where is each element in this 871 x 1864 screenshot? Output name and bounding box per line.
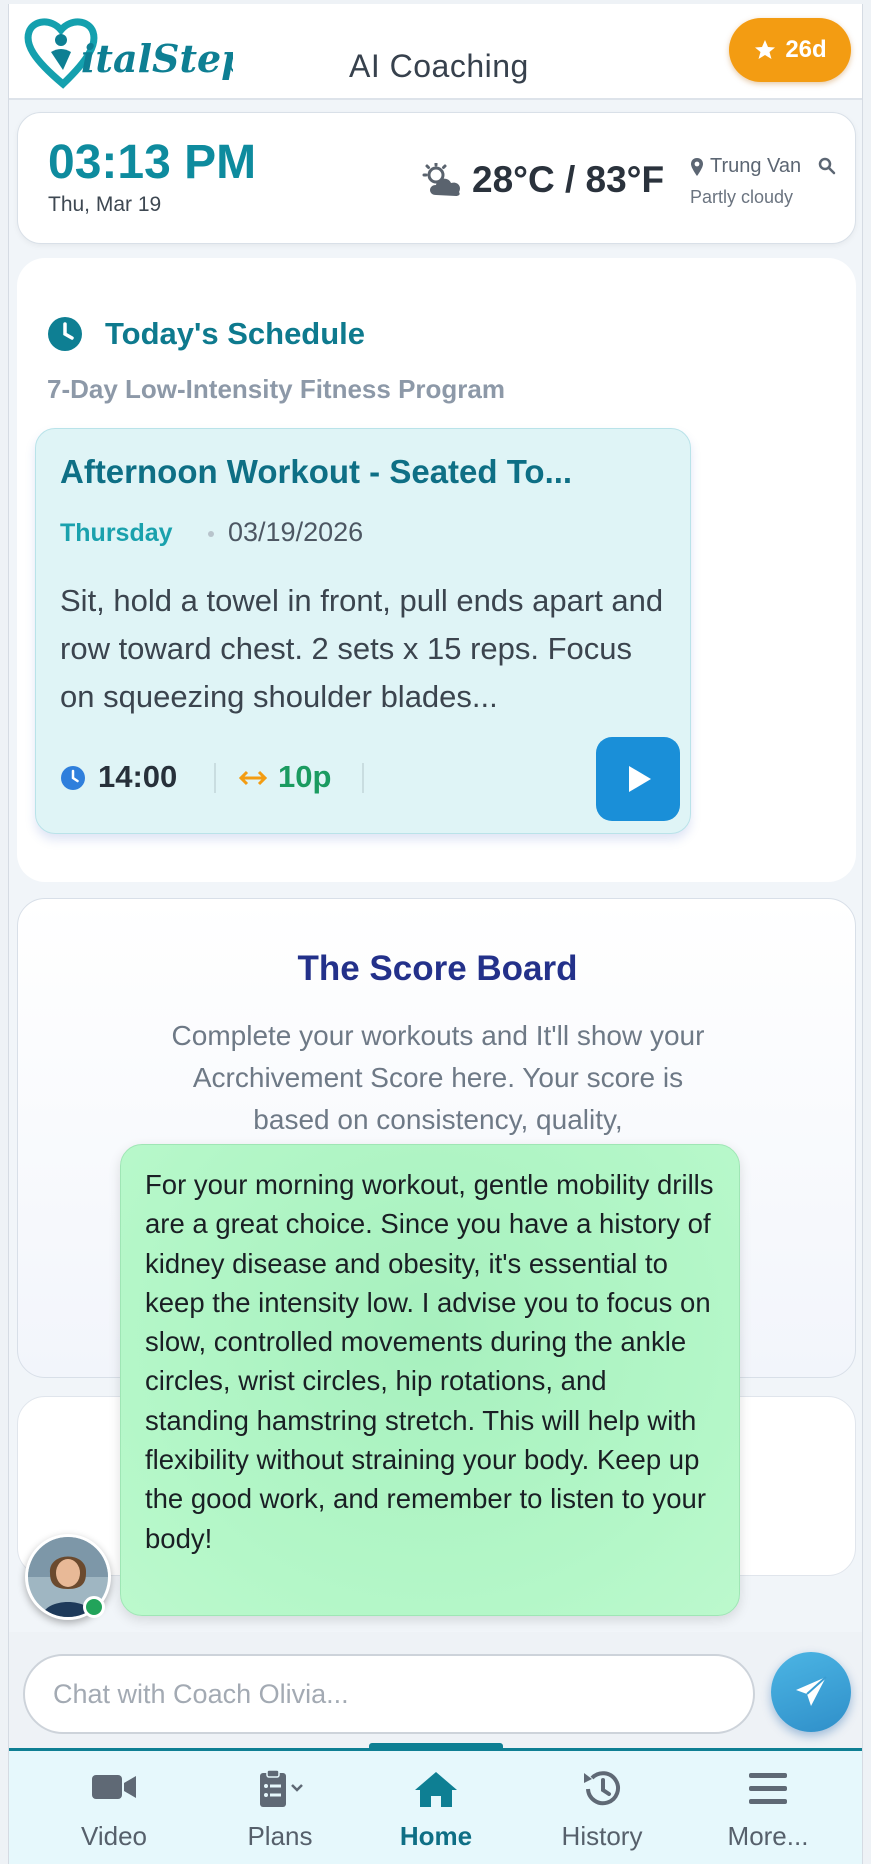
star-icon — [755, 40, 776, 59]
score-board-title: The Score Board — [297, 949, 578, 988]
app-frame: italStep AI Coaching 26d 03:13 PM Thu, M… — [8, 4, 863, 1864]
send-button[interactable] — [771, 1652, 851, 1732]
menu-icon — [749, 1773, 787, 1804]
coach-message-bubble: For your morning workout, gentle mobilit… — [120, 1144, 740, 1616]
page-title: AI Coaching — [349, 48, 529, 84]
nav-label: Home — [399, 1821, 473, 1851]
current-time: 03:13 PM — [48, 136, 257, 189]
workout-time: 14:00 — [98, 759, 178, 794]
svg-text:italStep: italStep — [81, 36, 233, 81]
chat-input-bar — [9, 1632, 862, 1748]
nav-item-history[interactable]: History — [517, 1751, 687, 1864]
weather-condition: Partly cloudy — [690, 187, 794, 207]
video-camera-icon — [92, 1775, 136, 1799]
workout-card[interactable]: Afternoon Workout - Seated To... Thursda… — [35, 428, 691, 834]
time-icon — [61, 766, 85, 790]
current-date: Thu, Mar 19 — [48, 193, 162, 216]
meta-divider — [214, 763, 216, 793]
nav-label: Video — [80, 1821, 148, 1851]
nav-label: More... — [727, 1821, 809, 1851]
workout-title: Afternoon Workout - Seated To... — [60, 453, 573, 490]
streak-count: 26d — [785, 36, 827, 63]
online-status-indicator — [83, 1596, 105, 1618]
nav-item-more[interactable]: More... — [683, 1751, 853, 1864]
play-icon — [629, 766, 651, 792]
chat-input[interactable] — [23, 1654, 755, 1734]
separator-dot — [208, 531, 214, 537]
temperature: 28°C / 83°F — [472, 159, 665, 200]
history-icon — [584, 1771, 620, 1806]
location-name[interactable]: Trung Van — [710, 155, 801, 178]
workout-date: 03/19/2026 — [228, 517, 364, 547]
program-name: 7-Day Low-Intensity Fitness Program — [47, 374, 505, 404]
partly-cloudy-icon — [422, 163, 461, 196]
streak-badge[interactable]: 26d — [729, 18, 851, 82]
score-board-description: Complete your workouts and It'll show yo… — [171, 1020, 705, 1135]
time-weather-card: 03:13 PM Thu, Mar 19 28°C / 83°F Trung V… — [17, 112, 856, 244]
meta-divider — [362, 763, 364, 793]
workout-day: Thursday — [60, 519, 173, 547]
chevron-down-icon — [291, 1784, 303, 1792]
brand-logo[interactable]: italStep — [23, 14, 233, 94]
search-icon[interactable] — [818, 157, 836, 175]
workout-description: Sit, hold a towel in front, pull ends ap… — [60, 583, 664, 714]
home-icon — [415, 1772, 457, 1807]
schedule-section: Today's Schedule 7-Day Low-Intensity Fit… — [17, 258, 856, 882]
workout-duration: 10p — [278, 759, 332, 794]
play-workout-button[interactable] — [596, 737, 680, 821]
bottom-navigation: Video Plans Home History More... — [9, 1743, 862, 1864]
app-header: italStep AI Coaching 26d — [9, 4, 862, 100]
clipboard-icon — [260, 1769, 303, 1807]
duration-arrows-icon — [238, 770, 268, 786]
send-icon — [796, 1676, 827, 1706]
location-pin-icon — [691, 158, 703, 176]
active-tab-indicator — [369, 1743, 503, 1749]
nav-label: History — [561, 1821, 643, 1851]
nav-label: Plans — [247, 1821, 313, 1851]
nav-item-home[interactable]: Home — [351, 1751, 521, 1864]
clock-icon — [48, 317, 82, 351]
nav-item-video[interactable]: Video — [29, 1751, 199, 1864]
schedule-title: Today's Schedule — [105, 316, 366, 351]
nav-item-plans[interactable]: Plans — [195, 1751, 365, 1864]
